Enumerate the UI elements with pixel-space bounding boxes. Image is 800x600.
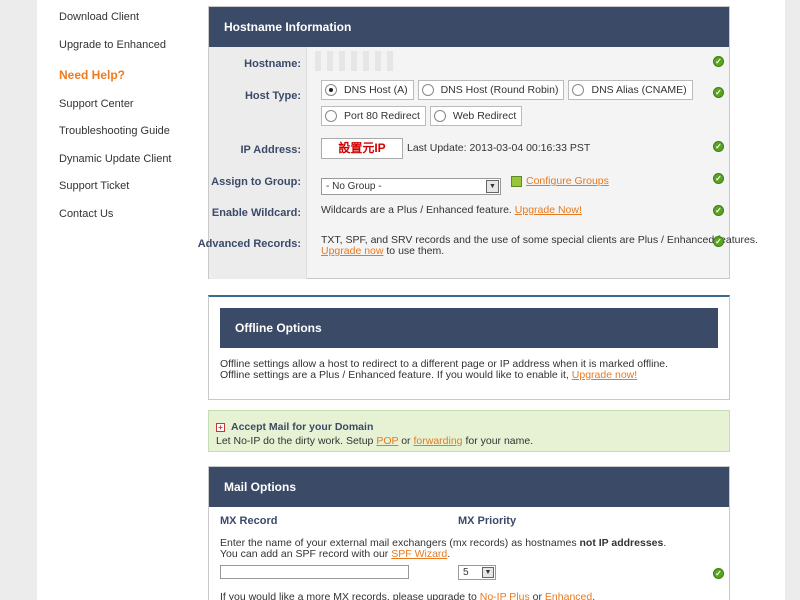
mail-foot-or: or (532, 591, 542, 600)
mail-desc2-end: . (447, 548, 451, 560)
advanced-records-text: TXT, SPF, and SRV records and the use of… (321, 235, 758, 257)
mail-options-title: Mail Options (209, 467, 729, 507)
page: Download Client Upgrade to Enhanced Need… (37, 0, 785, 600)
mail-desc1-end: . (663, 537, 667, 549)
wildcard-upgrade-link[interactable]: Upgrade Now! (515, 204, 582, 216)
mx-record-header: MX Record (220, 515, 278, 527)
accept-mail-panel: + Accept Mail for your Domain Let No-IP … (208, 410, 730, 452)
check-circle-icon: ✓ (713, 87, 724, 98)
enhanced-link[interactable]: Enhanced (545, 591, 592, 600)
assign-group-label: Assign to Group: (211, 176, 301, 188)
radio-icon (325, 110, 337, 122)
hostname-value-redacted (315, 51, 395, 71)
radio-icon (433, 110, 446, 122)
mail-desc1-bold: not IP addresses (579, 537, 664, 549)
mail-foot-text: If you would like a more MX records, ple… (220, 591, 477, 600)
group-select[interactable]: - No Group - ▼ (321, 178, 501, 195)
host-type-label-web-redirect: Web Redirect (452, 110, 517, 122)
mail-options-desc: Enter the name of your external mail exc… (220, 538, 666, 560)
wildcard-text: Wildcards are a Plus / Enhanced feature. (321, 204, 512, 216)
host-type-options-row1: DNS Host (A) DNS Host (Round Robin) DNS Al… (321, 80, 697, 100)
host-type-label-dns-a: DNS Host (A) (344, 84, 408, 96)
check-circle-icon: ✓ (713, 141, 724, 152)
spf-wizard-link[interactable]: SPF Wizard (391, 548, 447, 560)
sidebar-item-download-client[interactable]: Download Client (59, 11, 139, 23)
wildcard-text-wrap: Wildcards are a Plus / Enhanced feature.… (321, 204, 582, 216)
sidebar-item-support-ticket[interactable]: Support Ticket (59, 180, 129, 192)
need-help-heading: Need Help? (59, 68, 126, 82)
accept-mail-title: Accept Mail for your Domain (231, 421, 374, 433)
host-type-options-row2: Port 80 Redirect Web Redirect (321, 106, 526, 126)
configure-groups-link[interactable]: Configure Groups (526, 175, 609, 187)
edit-icon (511, 175, 522, 187)
check-circle-icon: ✓ (713, 236, 724, 247)
host-type-label-port80: Port 80 Redirect (344, 110, 420, 122)
host-type-round-robin[interactable]: DNS Host (Round Robin) (417, 80, 565, 100)
sidebar-item-troubleshooting-guide[interactable]: Troubleshooting Guide (59, 125, 170, 137)
advanced-upgrade-link[interactable]: Upgrade now (321, 245, 383, 257)
ip-address-label: IP Address: (240, 144, 301, 156)
radio-selected-icon (325, 84, 337, 96)
mx-priority-header: MX Priority (458, 515, 517, 527)
mail-foot-end: . (592, 591, 596, 600)
mx-priority-select[interactable]: 5 ▼ (458, 565, 496, 580)
offline-options-text: Offline settings allow a host to redirec… (220, 359, 668, 381)
group-select-value: - No Group - (326, 181, 382, 192)
check-circle-icon: ✓ (713, 173, 724, 184)
host-type-web-redirect[interactable]: Web Redirect (429, 106, 523, 126)
ip-address-input[interactable]: 設置元IP (321, 138, 403, 159)
last-update-text: Last Update: 2013-03-04 00:16:33 PST (407, 142, 591, 154)
hostname-label: Hostname: (244, 58, 301, 70)
enable-wildcard-label: Enable Wildcard: (211, 207, 301, 219)
chevron-down-icon[interactable]: ▼ (482, 567, 494, 578)
check-circle-icon: ✓ (713, 568, 724, 579)
advanced-text-line2: to use them. (386, 245, 445, 257)
accept-mail-text2: for your name. (465, 435, 534, 447)
no-ip-plus-link[interactable]: No-IP Plus (480, 591, 530, 600)
mx-record-input[interactable] (220, 565, 409, 579)
sidebar-item-dynamic-update-client[interactable]: Dynamic Update Client (59, 153, 172, 165)
accept-mail-title-wrap[interactable]: + Accept Mail for your Domain (216, 421, 373, 433)
offline-options-panel: Offline Options Offline settings allow a… (208, 295, 730, 400)
mail-options-panel: Mail Options MX Record MX Priority Enter… (208, 466, 730, 600)
offline-options-title: Offline Options (220, 308, 718, 348)
mail-desc2: You can add an SPF record with our (220, 548, 389, 560)
pop-link[interactable]: POP (376, 435, 398, 447)
host-type-dns-a[interactable]: DNS Host (A) (321, 80, 414, 100)
host-type-cname[interactable]: DNS Alias (CNAME) (568, 80, 693, 100)
hostname-information-panel: Hostname Information Hostname: ✓ Host Ty… (198, 6, 758, 279)
radio-icon (421, 84, 434, 96)
host-type-label-round-robin: DNS Host (Round Robin) (440, 84, 559, 96)
accept-mail-text1: Let No-IP do the dirty work. Setup (216, 435, 374, 447)
check-circle-icon: ✓ (713, 205, 724, 216)
forwarding-link[interactable]: forwarding (413, 435, 462, 447)
mail-options-footer: If you would like a more MX records, ple… (220, 591, 595, 600)
configure-groups-wrap: Configure Groups (505, 175, 609, 187)
mx-priority-value: 5 (463, 567, 469, 578)
check-circle-icon: ✓ (713, 56, 724, 67)
offline-text-line2: Offline settings are a Plus / Enhanced f… (220, 369, 569, 381)
offline-upgrade-link[interactable]: Upgrade now! (572, 369, 637, 381)
accept-mail-or: or (401, 435, 411, 447)
host-type-label: Host Type: (244, 90, 301, 102)
host-type-label-cname: DNS Alias (CNAME) (591, 84, 687, 96)
hostname-information-title: Hostname Information (209, 7, 729, 47)
host-type-port80-redirect[interactable]: Port 80 Redirect (321, 106, 426, 126)
accept-mail-desc: Let No-IP do the dirty work. Setup POP o… (216, 435, 533, 447)
radio-icon (572, 84, 585, 96)
plus-box-icon[interactable]: + (216, 422, 225, 432)
sidebar-item-support-center[interactable]: Support Center (59, 98, 134, 110)
sidebar-item-contact-us[interactable]: Contact Us (59, 208, 113, 220)
advanced-records-label: Advanced Records: (197, 238, 301, 250)
sidebar-item-upgrade-enhanced[interactable]: Upgrade to Enhanced (59, 39, 166, 51)
chevron-down-icon[interactable]: ▼ (486, 180, 499, 193)
sidebar: Download Client Upgrade to Enhanced Need… (37, 0, 187, 600)
